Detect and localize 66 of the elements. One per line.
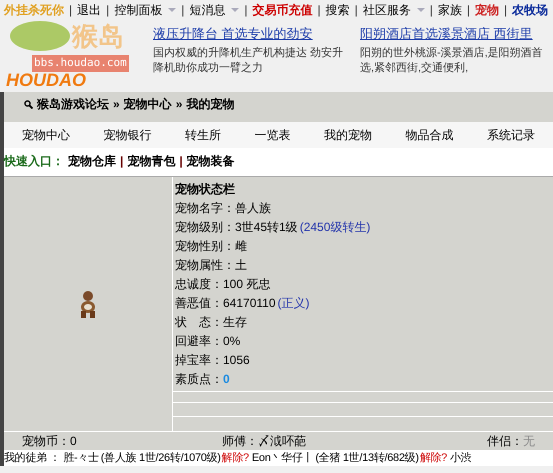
ad-title[interactable]: 阳朔酒店首选溪景酒店 西街里 <box>360 24 553 44</box>
nav-link[interactable]: 社区服务 <box>362 1 425 19</box>
disciple-name: Eon丶华仔丨 <box>252 450 314 466</box>
nav-link[interactable]: 搜索 <box>326 1 350 19</box>
status-row-text: 状 态：生存 <box>174 314 248 331</box>
nav-divider: | <box>430 2 433 19</box>
breadcrumb-link[interactable]: 宠物中心 <box>124 95 172 113</box>
ad-title[interactable]: 液压升降台 首选专业的劲安 <box>153 24 346 44</box>
nav-divider: | <box>106 2 110 19</box>
nav-link[interactable]: 宠物 <box>475 1 499 19</box>
dismiss-link[interactable]: 解除? <box>420 450 447 466</box>
nav-link[interactable]: 家族 <box>438 1 462 19</box>
nav-divider: | <box>244 2 248 19</box>
nav-tab[interactable]: 宠物银行 <box>104 126 152 144</box>
status-row-text: 宠物性别：雌 <box>174 238 248 255</box>
nav-tab[interactable]: 物品合成 <box>406 126 454 144</box>
nav-divider: | <box>181 2 184 19</box>
status-row-text: 宠物名字：兽人族 <box>174 200 272 217</box>
nav-link[interactable]: 交易币充值 <box>252 1 312 19</box>
partner-info: 伴侣：无 <box>487 433 535 450</box>
pet-coins: 宠物币：0 <box>22 433 78 450</box>
master-name: 师傅：〆泧吥葩 <box>221 433 307 450</box>
nav-link[interactable]: 退出 <box>77 1 102 19</box>
breadcrumb-separator: » <box>176 96 182 113</box>
nav-tab[interactable]: 一览表 <box>254 126 290 144</box>
disciple-name: 小渋 <box>450 450 472 466</box>
nav-tab[interactable]: 系统记录 <box>487 126 535 144</box>
status-row-text: 回避率：0% <box>174 333 242 350</box>
quick-link[interactable]: 宠物青包 <box>127 152 176 170</box>
quick-link[interactable]: 宠物装备 <box>186 152 235 170</box>
link-separator: | <box>120 153 124 170</box>
disciple-name: 胜-々士 <box>63 450 99 466</box>
logo-wordmark: HOUDAO <box>6 71 86 89</box>
nav-divider: | <box>354 2 358 19</box>
disciple-info: (兽人族 1世/26转/1070级) <box>100 450 221 466</box>
nav-tab[interactable]: 我的宠物 <box>324 126 372 144</box>
status-row-text: 忠诚度：100 死忠 <box>174 276 272 293</box>
nav-divider: | <box>466 2 470 19</box>
nav-tab[interactable]: 宠物中心 <box>22 126 70 144</box>
search-icon <box>24 100 33 108</box>
disciples-label: 我的徒弟 ： <box>4 450 60 466</box>
status-row-text: 素质点：0 <box>174 371 231 388</box>
breadcrumb-link[interactable]: 猴岛游戏论坛 <box>37 95 109 113</box>
nav-link[interactable]: 控制面板 <box>114 1 176 19</box>
nav-divider: | <box>504 2 508 19</box>
nav-link[interactable]: 农牧场 <box>512 1 548 19</box>
status-row-text: 宠物级别：3世45转1级 (2450级转生) <box>174 219 372 236</box>
dismiss-link[interactable]: 解除? <box>222 450 249 466</box>
nav-divider: | <box>69 2 72 19</box>
ad-text: 阳朔的世外桃源-溪景酒店,是阳朔酒首选,紧邻西街,交通便利, <box>360 46 544 76</box>
nav-link[interactable]: 短消息 <box>189 1 240 19</box>
nav-divider: | <box>318 2 321 19</box>
status-row-text: 掉宝率：1056 <box>174 352 251 369</box>
status-row-text: 善恶值：64170110 (正义) <box>174 295 310 312</box>
logo-name: 猴岛 <box>72 23 124 49</box>
ad-text: 国内权威的升降机生产机构捷达 劲安升降机助你成功一臂之力 <box>153 46 344 76</box>
breadcrumb-link[interactable]: 我的宠物 <box>186 95 234 113</box>
nav-tab[interactable]: 转生所 <box>185 126 221 144</box>
disciple-info: (全猪 1世/13转/682级) <box>315 450 419 466</box>
panel-title: 宠物状态栏 <box>174 181 236 198</box>
quick-link[interactable]: 宠物仓库 <box>68 152 116 170</box>
breadcrumb-separator: » <box>113 96 120 113</box>
link-separator: | <box>179 153 183 170</box>
status-row-text: 宠物属性：土 <box>174 257 248 274</box>
quick-links-label: 快速入口： <box>4 153 64 170</box>
logo-url: bbs.houdao.com <box>32 55 129 72</box>
